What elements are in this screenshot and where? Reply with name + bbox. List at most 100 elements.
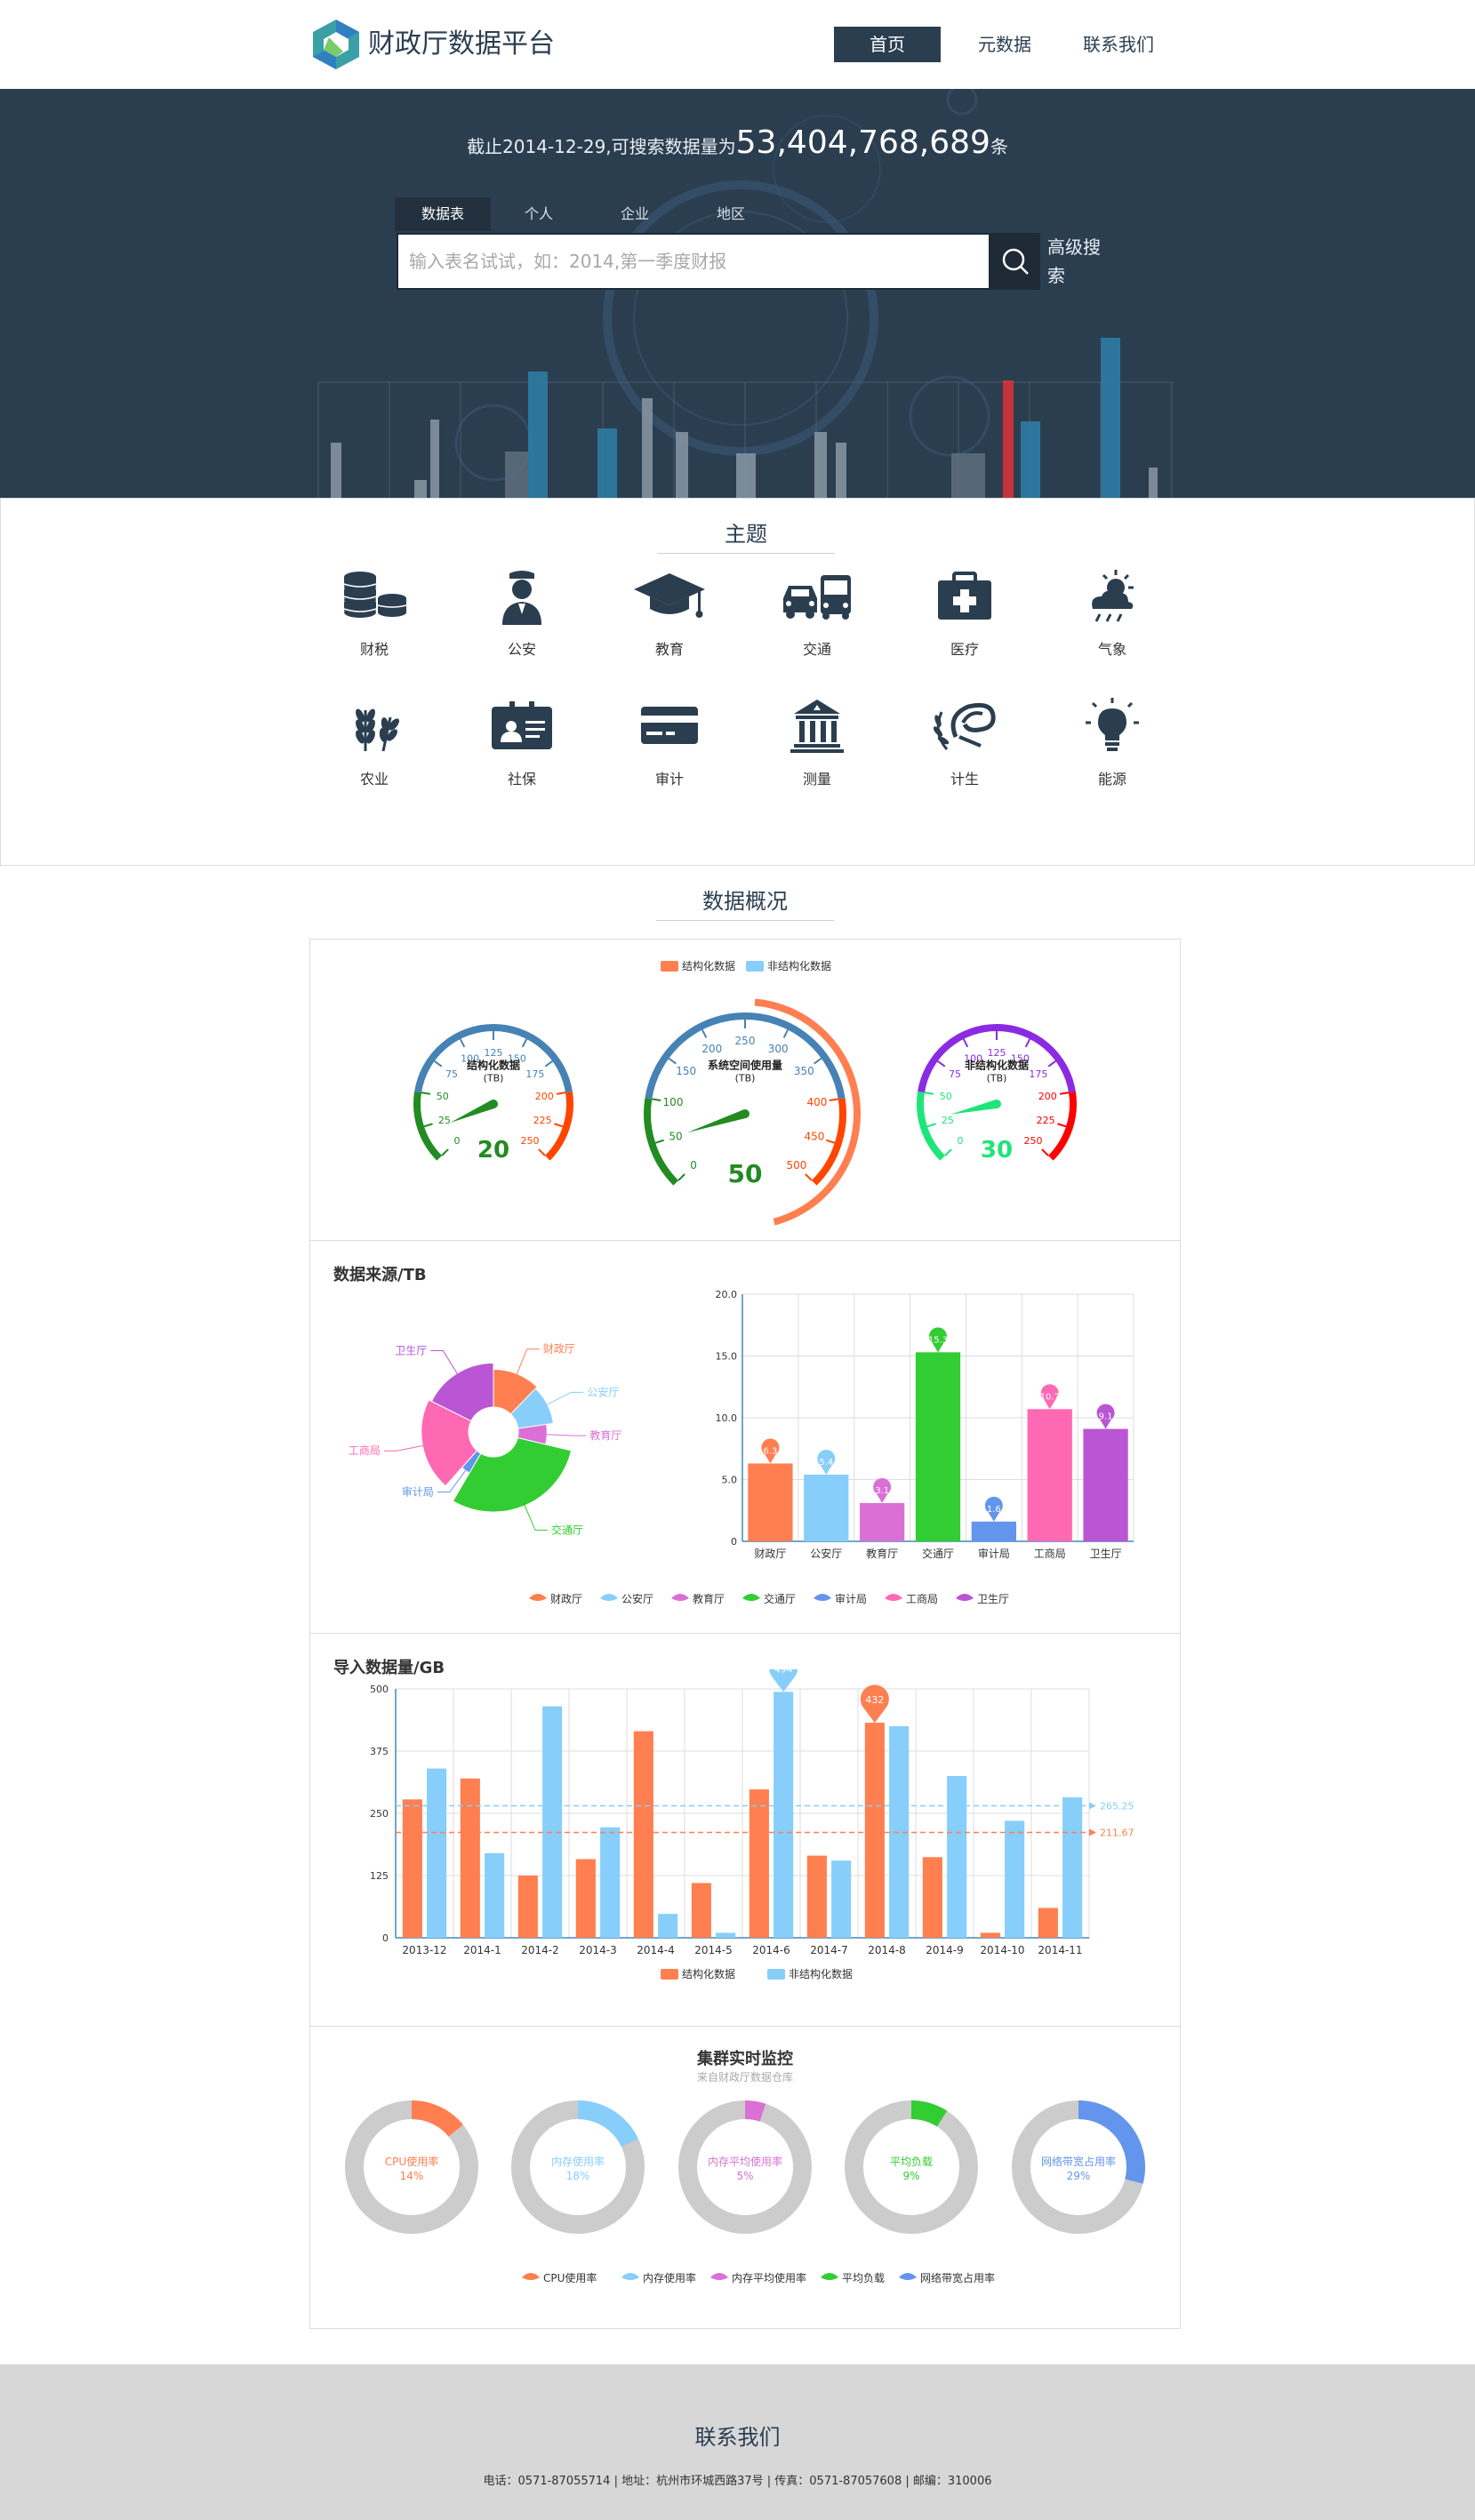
- gauge-tick: [829, 1098, 838, 1101]
- x-tick-label: 2013-12: [402, 1944, 446, 1956]
- theme-item-family-planning[interactable]: 计生: [911, 698, 1018, 788]
- gauge-tick-label: 0: [690, 1159, 697, 1172]
- theme-label: 社保: [507, 771, 536, 788]
- tab-enterprise[interactable]: 企业: [587, 197, 683, 231]
- legend-label: 交通厅: [764, 1592, 796, 1605]
- bar: [980, 1932, 1000, 1938]
- tab-data-table[interactable]: 数据表: [395, 197, 491, 231]
- laurel-icon: [933, 702, 996, 750]
- footer: 联系我们 电话：0571-87055714 | 地址：杭州市环城西路37号 | …: [0, 2364, 1475, 2520]
- bar: [806, 1855, 827, 1938]
- bar: [716, 1932, 736, 1938]
- donut-value: 9%: [902, 2170, 919, 2182]
- theme-item-medical[interactable]: 医疗: [911, 568, 1018, 659]
- theme-item-agriculture[interactable]: 农业: [321, 698, 428, 788]
- data-label: 5.4: [819, 1458, 833, 1468]
- legend-label: 非结构化数据: [767, 959, 831, 972]
- legend-label: CPU使用率: [543, 2271, 597, 2284]
- nav-contact[interactable]: 联系我们: [1074, 27, 1163, 62]
- theme-label: 能源: [1097, 771, 1126, 788]
- coins-icon: [343, 572, 407, 618]
- imports-bar-chart: 0 125 250 375 500 211.67 265.25 494 432 2013-12 20…: [370, 1669, 1134, 1980]
- theme-item-weather[interactable]: 气象: [1059, 568, 1166, 659]
- legend-label: 教育厅: [693, 1592, 725, 1605]
- gauge-tick: [668, 1057, 677, 1065]
- tab-personal[interactable]: 个人: [491, 197, 587, 231]
- theme-item-audit[interactable]: 审计: [616, 698, 723, 788]
- donut-name: 平均负载: [890, 2156, 933, 2168]
- tab-region[interactable]: 地区: [683, 197, 779, 231]
- legend-swatch: [671, 1594, 689, 1601]
- legend-label: 网络带宽占用率: [920, 2271, 995, 2284]
- advanced-search-link[interactable]: 高级搜索: [1047, 233, 1101, 290]
- theme-label: 测量: [802, 771, 831, 788]
- theme-item-transport[interactable]: 交通: [764, 568, 870, 659]
- x-tick-label: 交通厅: [922, 1547, 954, 1560]
- bar: [485, 1852, 505, 1938]
- gauge-tick-label: 25: [942, 1115, 954, 1126]
- theme-item-finance[interactable]: 财税: [321, 568, 428, 659]
- theme-item-police[interactable]: 公安: [469, 568, 575, 659]
- search-button[interactable]: [990, 233, 1040, 290]
- theme-item-social-security[interactable]: 社保: [469, 698, 575, 788]
- average-arrow: [1089, 1828, 1096, 1836]
- legend-label: 内存使用率: [643, 2271, 696, 2284]
- gauge-tick: [521, 1038, 528, 1048]
- search-input[interactable]: [398, 235, 989, 288]
- gauge-tick-label: 25: [438, 1115, 451, 1126]
- legend-label: 公安厅: [621, 1592, 653, 1605]
- data-count-prefix: 截止2014-12-29,可搜索数据量为: [467, 136, 736, 157]
- theme-label: 交通: [802, 641, 831, 658]
- rose-label: 工商局: [349, 1444, 381, 1457]
- bar: [1038, 1908, 1058, 1938]
- bar: [1083, 1428, 1128, 1541]
- theme-item-energy[interactable]: 能源: [1059, 698, 1166, 788]
- theme-title: 主题: [657, 516, 835, 554]
- gauge-tick-label: 125: [485, 1047, 503, 1059]
- rose-label: 交通厅: [551, 1523, 583, 1536]
- sources-bar-chart: 0 5.0 10.0 15.0 20.0 6.3 财政厅 5.4 公安厅 3.1 教育厅 15.3 交通…: [716, 1289, 1134, 1560]
- gauge-panel: 结构化数据 非结构化数据 0 25 50 75 100 125 150 175 200 225 250 结…: [309, 939, 1181, 1241]
- data-label: 15.3: [928, 1335, 948, 1345]
- average-arrow: [1089, 1802, 1096, 1810]
- nav-home[interactable]: 首页: [834, 27, 941, 62]
- legend-swatch: [821, 2273, 838, 2280]
- gauge-pointer: [450, 1100, 495, 1124]
- legend-swatch: [742, 1594, 760, 1601]
- x-tick-label: 2014-2: [521, 1944, 559, 1956]
- data-label: 10.7: [1040, 1392, 1060, 1402]
- data-count-line: 截止2014-12-29,可搜索数据量为53,404,768,689条: [0, 124, 1475, 161]
- data-label: 1.6: [987, 1505, 1001, 1515]
- x-tick-label: 2014-6: [752, 1944, 790, 1956]
- gauge-tick: [1041, 1148, 1049, 1156]
- x-tick-label: 工商局: [1034, 1547, 1066, 1560]
- gauge-tick: [434, 1060, 443, 1068]
- gauge-tick-label: 350: [794, 1065, 814, 1077]
- gauge-tick: [652, 1098, 661, 1101]
- x-tick-label: 2014-9: [926, 1944, 964, 1956]
- logo-icon[interactable]: [309, 18, 363, 71]
- theme-item-survey[interactable]: 测量: [764, 698, 870, 788]
- theme-item-education[interactable]: 教育: [616, 568, 723, 659]
- gauge-tick: [825, 1139, 836, 1144]
- nav-metadata[interactable]: 元数据: [960, 27, 1049, 62]
- gauge-tick-label: 250: [735, 1035, 756, 1047]
- bar: [749, 1789, 769, 1938]
- gauge-tick-label: 450: [805, 1130, 825, 1142]
- legend-swatch: [661, 961, 678, 972]
- car-bus-icon: [783, 575, 851, 620]
- bar: [860, 1502, 905, 1541]
- gauge-tick-label: 225: [533, 1115, 552, 1126]
- legend-label: 非结构化数据: [789, 1967, 853, 1980]
- gauge-tick-label: 0: [957, 1135, 963, 1147]
- gauge-tick: [554, 1123, 564, 1128]
- police-icon: [502, 571, 541, 625]
- theme-label: 教育: [654, 641, 684, 658]
- y-tick-label: 10.0: [716, 1412, 738, 1424]
- x-tick-label: 2014-1: [463, 1944, 501, 1956]
- wheat-icon: [356, 708, 399, 752]
- brand-title[interactable]: 财政厅数据平台: [368, 25, 555, 64]
- bar: [1027, 1409, 1072, 1541]
- legend-swatch: [814, 1594, 831, 1601]
- legend-swatch: [746, 961, 764, 972]
